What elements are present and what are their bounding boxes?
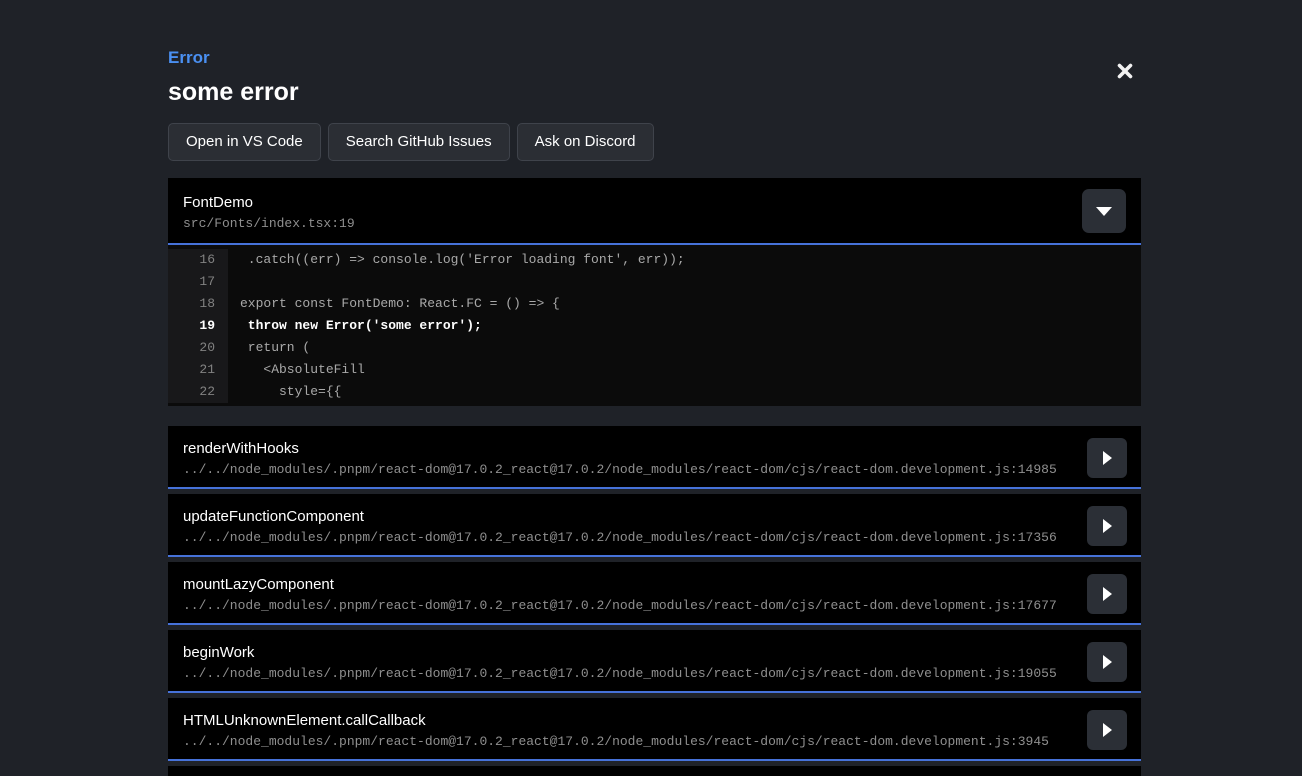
frame-location: ../../node_modules/.pnpm/react-dom@17.0.…: [183, 598, 1071, 613]
stack-frame-row: mountLazyComponent ../../node_modules/.p…: [168, 562, 1141, 625]
collapse-code-frame-button[interactable]: [1082, 189, 1126, 233]
chevron-right-icon: [1103, 587, 1112, 601]
stack-frame-list: renderWithHooks ../../node_modules/.pnpm…: [168, 426, 1141, 776]
chevron-down-icon: [1096, 207, 1112, 216]
code-text: style={{: [228, 381, 341, 403]
stack-frame-row: HTMLUnknownElement.callCallback ../../no…: [168, 698, 1141, 761]
code-line: 22 style={{: [168, 381, 1141, 403]
frame-function-name: renderWithHooks: [183, 440, 1071, 457]
code-line: 20 return (: [168, 337, 1141, 359]
stack-frame-row-partial: [168, 766, 1141, 776]
chevron-right-icon: [1103, 519, 1112, 533]
code-block: 16 .catch((err) => console.log('Error lo…: [168, 245, 1141, 406]
code-line: 17: [168, 271, 1141, 293]
code-frame-header: FontDemo src/Fonts/index.tsx:19: [168, 178, 1141, 245]
error-type-label: Error: [168, 48, 1141, 68]
code-line: 16 .catch((err) => console.log('Error lo…: [168, 249, 1141, 271]
open-in-vs-code-button[interactable]: Open in VS Code: [168, 123, 321, 161]
expand-stack-frame-button[interactable]: [1087, 506, 1127, 546]
line-number: 20: [168, 337, 228, 359]
chevron-right-icon: [1103, 655, 1112, 669]
search-github-issues-button[interactable]: Search GitHub Issues: [328, 123, 510, 161]
line-number: 18: [168, 293, 228, 315]
code-text: return (: [228, 337, 310, 359]
frame-location: ../../node_modules/.pnpm/react-dom@17.0.…: [183, 666, 1071, 681]
code-line-highlighted: 19 throw new Error('some error');: [168, 315, 1141, 337]
line-number: 19: [168, 315, 228, 337]
code-text: .catch((err) => console.log('Error loadi…: [228, 249, 685, 271]
expand-stack-frame-button[interactable]: [1087, 574, 1127, 614]
chevron-right-icon: [1103, 451, 1112, 465]
code-text: [228, 271, 240, 293]
frame-location: ../../node_modules/.pnpm/react-dom@17.0.…: [183, 734, 1071, 749]
action-buttons-row: Open in VS Code Search GitHub Issues Ask…: [168, 123, 1141, 161]
stack-frame-row: updateFunctionComponent ../../node_modul…: [168, 494, 1141, 557]
frame-function-name: FontDemo: [183, 194, 1125, 212]
code-text: <AbsoluteFill: [228, 359, 365, 381]
line-number: 22: [168, 381, 228, 403]
error-message: some error: [168, 77, 1141, 107]
code-line: 21 <AbsoluteFill: [168, 359, 1141, 381]
code-text: throw new Error('some error');: [228, 315, 482, 337]
expand-stack-frame-button[interactable]: [1087, 642, 1127, 682]
expand-stack-frame-button[interactable]: [1087, 438, 1127, 478]
error-overlay: Error some error Open in VS Code Search …: [0, 0, 1302, 776]
stack-frame-row: beginWork ../../node_modules/.pnpm/react…: [168, 630, 1141, 693]
chevron-right-icon: [1103, 723, 1112, 737]
expand-stack-frame-button[interactable]: [1087, 710, 1127, 750]
error-overlay-content: Error some error Open in VS Code Search …: [168, 0, 1141, 776]
line-number: 16: [168, 249, 228, 271]
code-text: export const FontDemo: React.FC = () => …: [228, 293, 560, 315]
frame-function-name: mountLazyComponent: [183, 576, 1071, 593]
frame-location: ../../node_modules/.pnpm/react-dom@17.0.…: [183, 462, 1071, 477]
frame-function-name: beginWork: [183, 644, 1071, 661]
stack-frame-row: renderWithHooks ../../node_modules/.pnpm…: [168, 426, 1141, 489]
frame-function-name: HTMLUnknownElement.callCallback: [183, 712, 1071, 729]
line-number: 17: [168, 271, 228, 293]
line-number: 21: [168, 359, 228, 381]
frame-location: src/Fonts/index.tsx:19: [183, 216, 1125, 231]
code-frame-card: FontDemo src/Fonts/index.tsx:19 16 .catc…: [168, 178, 1141, 406]
frame-location: ../../node_modules/.pnpm/react-dom@17.0.…: [183, 530, 1071, 545]
ask-on-discord-button[interactable]: Ask on Discord: [517, 123, 654, 161]
frame-function-name: updateFunctionComponent: [183, 508, 1071, 525]
code-line: 18export const FontDemo: React.FC = () =…: [168, 293, 1141, 315]
